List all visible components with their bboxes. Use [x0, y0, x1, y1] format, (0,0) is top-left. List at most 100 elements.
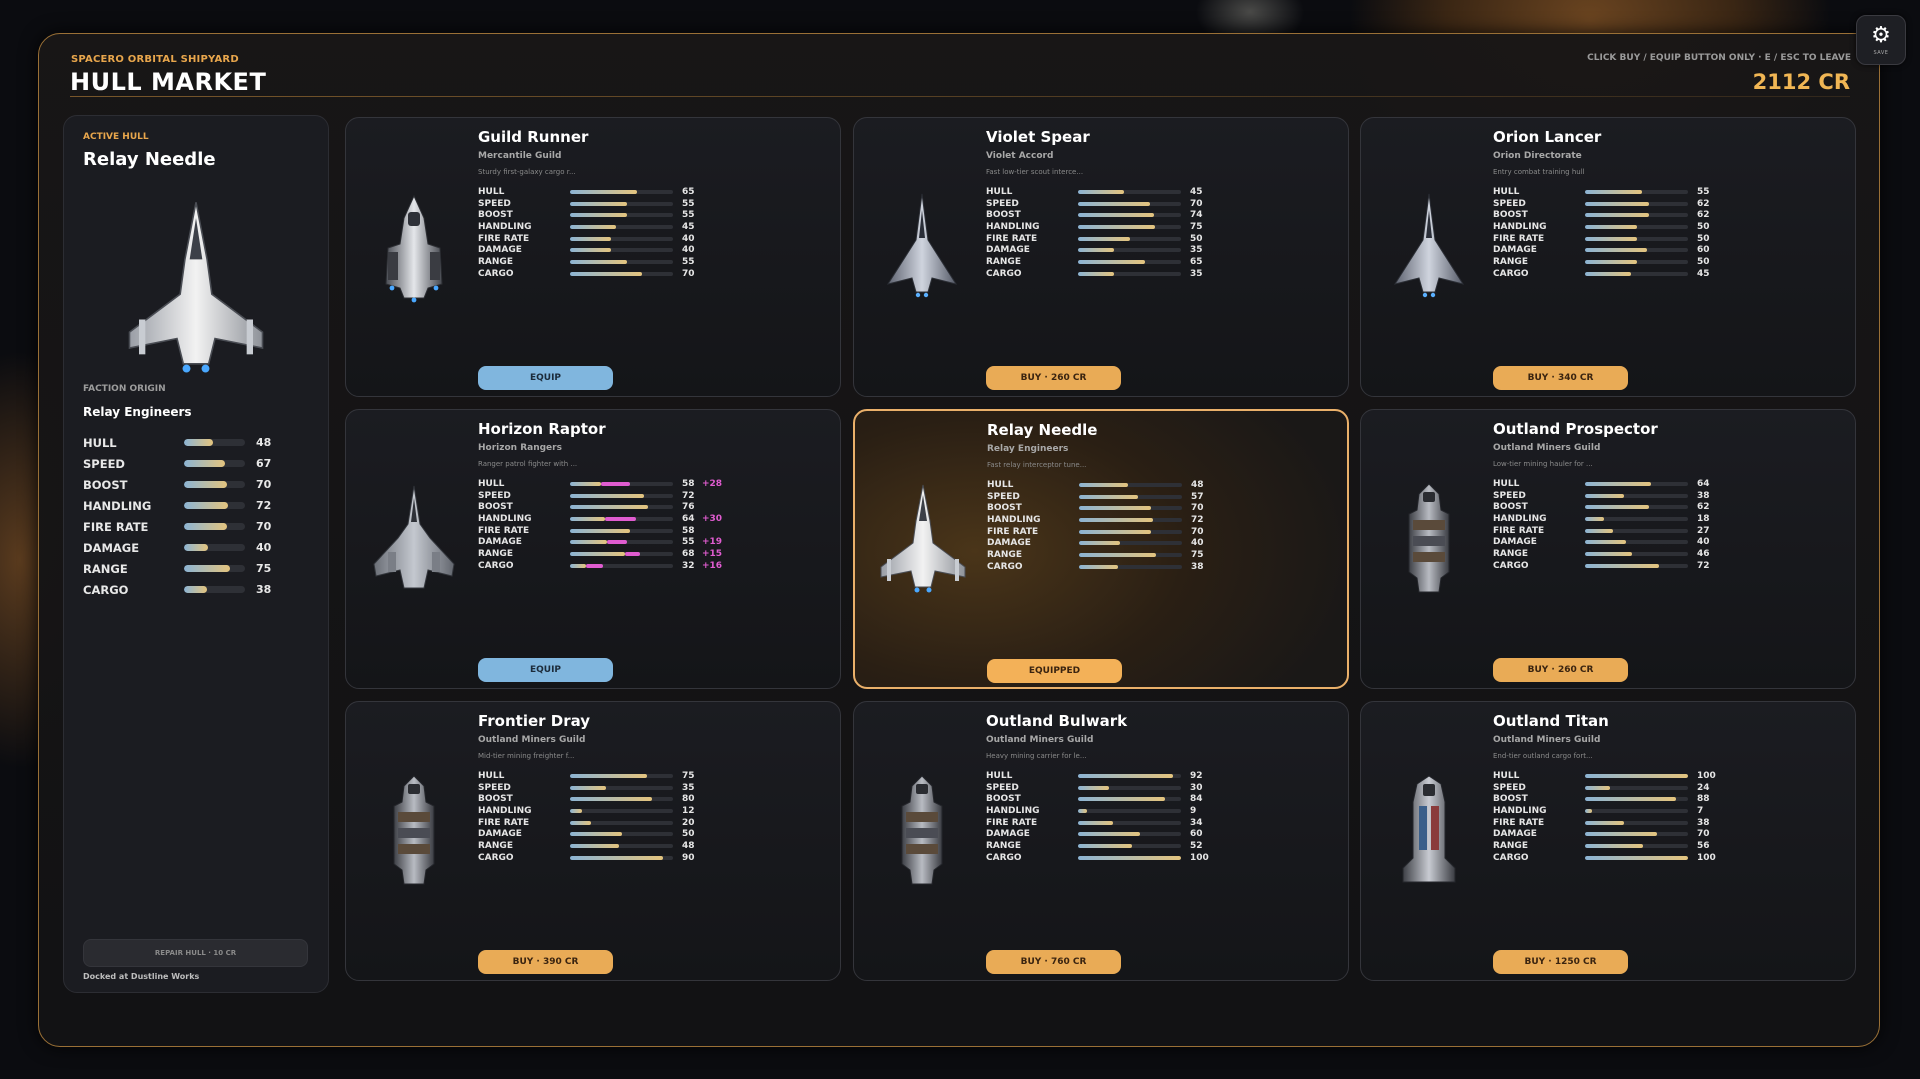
stat-bar-fill	[1585, 481, 1651, 486]
equip-button[interactable]: EQUIP	[478, 658, 613, 682]
buy-button[interactable]: BUY · 1250 CR	[1493, 950, 1628, 974]
hull-stats: HULL 100 SPEED 24 BOOST 88 HANDLING 7 FIRE RATE 3…	[1493, 770, 1753, 864]
stat-bar-fill	[1078, 189, 1125, 194]
stat-bar-fill	[570, 563, 587, 568]
stat-row: DAMAGE 50	[478, 828, 738, 840]
stat-row: DAMAGE 55 +19	[478, 536, 738, 548]
stat-bar-fill	[1079, 564, 1119, 569]
stat-bar-fill	[570, 528, 630, 533]
stat-value: 52	[1190, 840, 1203, 851]
stat-row: SPEED 57	[987, 491, 1247, 503]
stat-value: 70	[256, 478, 272, 491]
stat-bar-fill	[184, 586, 208, 593]
stat-bar	[1079, 517, 1182, 522]
settings-button[interactable]: ⚙ SAVE	[1856, 15, 1906, 65]
stat-label: DAMAGE	[478, 537, 522, 548]
hull-description: End-tier outland cargo fort...	[1493, 752, 1593, 760]
stat-label: DAMAGE	[1493, 537, 1537, 548]
stat-label: RANGE	[478, 840, 513, 851]
equip-button[interactable]: EQUIP	[478, 366, 613, 390]
stat-bar	[1585, 189, 1688, 194]
stat-bar-fill	[570, 797, 653, 802]
stat-label: HULL	[478, 770, 505, 781]
stat-value: 84	[1190, 794, 1203, 805]
hull-stats: HULL 65 SPEED 55 BOOST 55 HANDLING 45 FIRE RATE 4…	[478, 186, 738, 280]
stat-row: DAMAGE 70	[1493, 828, 1753, 840]
stat-bar	[1585, 481, 1688, 486]
stat-row: BOOST 62	[1493, 501, 1753, 513]
stat-row: FIRE RATE 20	[478, 817, 738, 829]
stat-value: 74	[1190, 210, 1203, 221]
stat-bar	[570, 528, 673, 533]
stat-label: SPEED	[478, 198, 511, 209]
ship-image	[393, 775, 435, 885]
stat-bar	[184, 586, 245, 593]
equipped-button[interactable]: EQUIPPED	[987, 659, 1122, 683]
stat-label: HULL	[1493, 186, 1520, 197]
stat-bar	[1079, 482, 1182, 487]
stat-bar-fill	[570, 551, 625, 556]
stat-row: SPEED 62	[1493, 198, 1753, 210]
stat-row: HULL 45	[986, 186, 1246, 198]
stat-label: HANDLING	[1493, 513, 1547, 524]
stat-row: BOOST 70	[987, 502, 1247, 514]
stat-row: RANGE 56	[1493, 840, 1753, 852]
stat-value: 57	[1191, 491, 1204, 502]
active-hull-name: Relay Needle	[83, 149, 216, 170]
hull-card: Relay Needle Relay Engineers Fast relay in…	[853, 409, 1349, 689]
buy-button[interactable]: BUY · 260 CR	[1493, 658, 1628, 682]
stat-bar	[1585, 528, 1688, 533]
stat-bar-fill	[1585, 808, 1593, 813]
stat-bar	[1079, 529, 1182, 534]
buy-button[interactable]: BUY · 390 CR	[478, 950, 613, 974]
stat-label: SPEED	[987, 491, 1020, 502]
buy-button[interactable]: BUY · 760 CR	[986, 950, 1121, 974]
stat-bar-fill	[570, 201, 627, 206]
hull-description: Heavy mining carrier for le...	[986, 752, 1087, 760]
stat-label: DAMAGE	[986, 829, 1030, 840]
stat-row: FIRE RATE 70	[987, 526, 1247, 538]
stat-bar	[184, 523, 245, 530]
stat-row: RANGE 68 +15	[478, 548, 738, 560]
stat-value: 100	[1190, 852, 1209, 863]
docked-location: Docked at Dustline Works	[83, 972, 200, 981]
stat-bar	[1585, 808, 1688, 813]
stat-value: 72	[256, 499, 272, 512]
stat-bar-fill	[1078, 271, 1115, 276]
stat-bar-fill	[1078, 832, 1140, 837]
ship-image	[886, 193, 958, 298]
stat-label: FIRE RATE	[478, 525, 530, 536]
stat-value: 75	[1190, 221, 1203, 232]
stat-bar	[570, 551, 673, 556]
stat-value: 100	[1697, 770, 1716, 781]
hull-stats: HULL 58 +28 SPEED 72 BOOST 76 HANDLING 64 +30 FIRE…	[478, 478, 738, 572]
shipyard-name: SPACERO ORBITAL SHIPYARD	[71, 54, 239, 65]
stat-bar	[1585, 271, 1688, 276]
stat-label: HULL	[987, 479, 1014, 490]
stat-bar-fill	[570, 855, 663, 860]
stat-bar	[1585, 773, 1688, 778]
stat-bar	[570, 213, 673, 218]
stat-bar	[570, 785, 673, 790]
stat-label: BOOST	[83, 477, 128, 492]
stat-row: RANGE 55	[478, 256, 738, 268]
stat-row: SPEED 72	[478, 490, 738, 502]
hull-card: Outland Titan Outland Miners Guild End-tie…	[1360, 701, 1856, 981]
stat-bar	[570, 259, 673, 264]
hull-card: Frontier Dray Outland Miners Guild Mid-tie…	[345, 701, 841, 981]
stat-label: HANDLING	[83, 498, 152, 513]
stat-value: 20	[682, 817, 695, 828]
stat-value: 12	[682, 805, 695, 816]
buy-button[interactable]: BUY · 340 CR	[1493, 366, 1628, 390]
hull-description: Ranger patrol fighter with ...	[478, 460, 578, 468]
stat-bar-fill	[1585, 563, 1660, 568]
buy-button[interactable]: BUY · 260 CR	[986, 366, 1121, 390]
hull-stats: HULL 75 SPEED 35 BOOST 80 HANDLING 12 FIRE RATE 2…	[478, 770, 738, 864]
stat-row: RANGE 50	[1493, 256, 1753, 268]
stat-row: HANDLING 50	[1493, 221, 1753, 233]
stat-value: 7	[1697, 805, 1704, 816]
stat-bar-fill	[1078, 785, 1109, 790]
repair-hull-button[interactable]: REPAIR HULL · 10 CR	[83, 939, 308, 967]
stat-bar	[570, 248, 673, 253]
hull-name: Orion Lancer	[1493, 128, 1602, 146]
